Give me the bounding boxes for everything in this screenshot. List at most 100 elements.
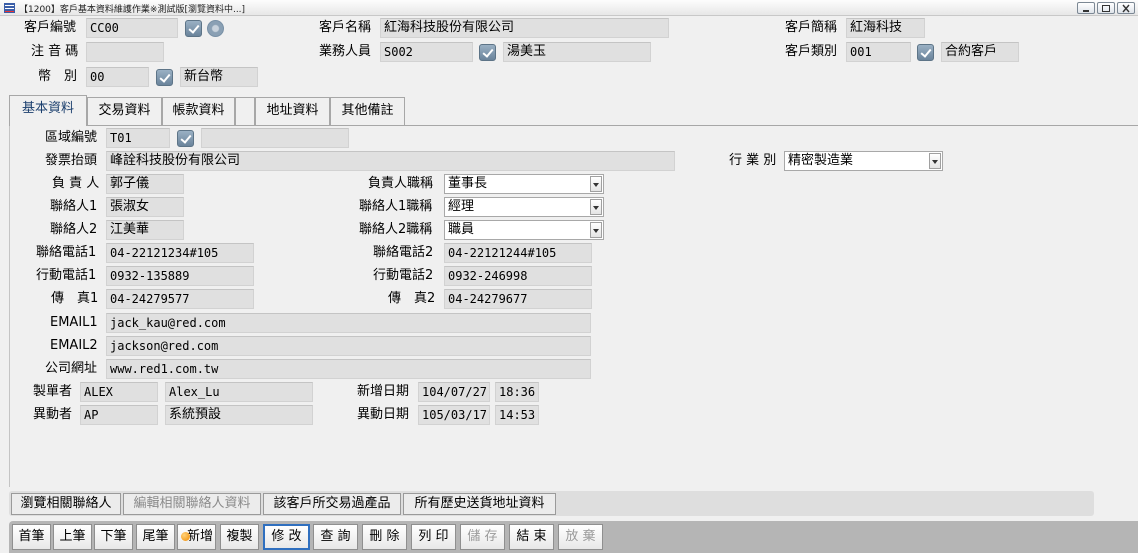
tab-transaction[interactable]: 交易資料: [87, 97, 162, 125]
delete-button[interactable]: 刪 除: [362, 524, 407, 550]
email2-field[interactable]: jackson@red.com: [106, 336, 591, 356]
copy-button[interactable]: 複製: [220, 524, 259, 550]
creator-code-field: ALEX: [80, 382, 158, 402]
owner-title-value: 董事長: [448, 176, 488, 191]
contact2-field[interactable]: 江美華: [106, 220, 184, 240]
owner-label: 負 責 人: [52, 176, 100, 191]
maximize-button[interactable]: [1097, 2, 1115, 14]
fax2-field[interactable]: 04-24279677: [444, 289, 592, 309]
currency-name-field: 新台幣: [180, 67, 258, 87]
last-record-button[interactable]: 尾筆: [136, 524, 175, 550]
phone2-label: 聯絡電話2: [373, 245, 434, 260]
modifier-code-field: AP: [80, 405, 158, 425]
delivery-history-button[interactable]: 所有歷史送貨地址資料: [403, 493, 556, 515]
invoice-title-label: 發票抬頭: [45, 153, 98, 168]
phone2-field[interactable]: 04-22121244#105: [444, 243, 592, 263]
website-label: 公司網址: [45, 361, 98, 376]
contact1-label: 聯絡人1: [50, 199, 98, 214]
industry-label: 行 業 別: [729, 153, 777, 168]
lookup-check-icon[interactable]: [185, 20, 202, 37]
contact2-title-select[interactable]: 職員: [444, 220, 604, 240]
phone1-field[interactable]: 04-22121234#105: [106, 243, 254, 263]
modified-date-field: 105/03/17: [418, 405, 490, 425]
tab-notes[interactable]: 其他備註: [330, 97, 405, 125]
invoice-title-field[interactable]: 峰詮科技股份有限公司: [106, 151, 675, 171]
chevron-down-icon[interactable]: [590, 176, 602, 192]
chevron-down-icon[interactable]: [590, 222, 602, 238]
category-label: 客戶類別: [785, 44, 838, 59]
customer-name-label: 客戶名稱: [319, 20, 372, 35]
fax2-label: 傳 真2: [388, 291, 436, 306]
sales-code-field[interactable]: S002: [380, 42, 473, 62]
next-record-button[interactable]: 下筆: [94, 524, 133, 550]
customer-short-field[interactable]: 紅海科技: [846, 18, 925, 38]
tab-receivable[interactable]: 帳款資料: [162, 97, 235, 125]
close-icon: [1122, 4, 1130, 13]
mobile2-field[interactable]: 0932-246998: [444, 266, 592, 286]
refresh-icon[interactable]: [207, 20, 224, 37]
region-lookup-icon[interactable]: [177, 130, 194, 147]
contact1-title-value: 經理: [448, 199, 475, 214]
edit-contacts-button[interactable]: 編輯相關聯絡人資料: [123, 493, 261, 515]
modifier-name-field: 系統預設: [165, 405, 313, 425]
close-button[interactable]: [1117, 2, 1135, 14]
contact1-title-select[interactable]: 經理: [444, 197, 604, 217]
previous-record-button[interactable]: 上筆: [53, 524, 92, 550]
contact2-title-label: 聯絡人2職稱: [359, 222, 433, 237]
contact2-title-value: 職員: [448, 222, 475, 237]
currency-lookup-icon[interactable]: [156, 69, 173, 86]
first-record-button[interactable]: 首筆: [12, 524, 51, 550]
modifier-label: 異動者: [33, 407, 73, 422]
tab-basic[interactable]: 基本資料: [9, 95, 87, 126]
owner-title-label: 負責人職稱: [368, 176, 434, 191]
customer-code-field[interactable]: CC00: [86, 18, 178, 38]
exit-button[interactable]: 結 束: [509, 524, 554, 550]
query-button[interactable]: 查 詢: [313, 524, 358, 550]
industry-select[interactable]: 精密製造業: [784, 151, 943, 171]
created-time-field: 18:36: [495, 382, 539, 402]
add-icon: [181, 532, 190, 541]
chevron-down-icon[interactable]: [590, 199, 602, 215]
tab-blank[interactable]: [235, 97, 255, 125]
currency-code-field[interactable]: 00: [86, 67, 149, 87]
category-lookup-icon[interactable]: [917, 44, 934, 61]
save-button[interactable]: 儲 存: [460, 524, 505, 550]
phonetic-label: 注 音 碼: [31, 44, 79, 59]
traded-products-button[interactable]: 該客戶所交易過產品: [263, 493, 401, 515]
email2-label: EMAIL2: [50, 338, 98, 353]
website-field[interactable]: www.red1.com.tw: [106, 359, 591, 379]
browse-contacts-button[interactable]: 瀏覽相關聯絡人: [11, 493, 121, 515]
discard-button[interactable]: 放 棄: [558, 524, 603, 550]
contact2-label: 聯絡人2: [50, 222, 98, 237]
fax1-label: 傳 真1: [51, 291, 99, 306]
print-button[interactable]: 列 印: [411, 524, 456, 550]
contact1-field[interactable]: 張淑女: [106, 197, 184, 217]
region-name-field: [201, 128, 349, 148]
modified-date-label: 異動日期: [357, 407, 410, 422]
region-code-field[interactable]: T01: [106, 128, 170, 148]
edit-button[interactable]: 修 改: [263, 524, 310, 550]
customer-code-label: 客戶編號: [24, 20, 77, 35]
customer-name-field[interactable]: 紅海科技股份有限公司: [380, 18, 669, 38]
mobile1-field[interactable]: 0932-135889: [106, 266, 254, 286]
creator-label: 製單者: [33, 384, 73, 399]
sales-label: 業務人員: [319, 44, 372, 59]
category-name-field: 合約客戶: [941, 42, 1019, 62]
owner-title-select[interactable]: 董事長: [444, 174, 604, 194]
tab-address[interactable]: 地址資料: [255, 97, 330, 125]
mobile2-label: 行動電話2: [373, 268, 434, 283]
sales-name-field: 湯美玉: [503, 42, 651, 62]
mobile1-label: 行動電話1: [36, 268, 97, 283]
owner-field[interactable]: 郭子儀: [106, 174, 184, 194]
fax1-field[interactable]: 04-24279577: [106, 289, 254, 309]
creator-name-field: Alex_Lu: [165, 382, 313, 402]
category-code-field[interactable]: 001: [846, 42, 911, 62]
minimize-button[interactable]: [1077, 2, 1095, 14]
add-button[interactable]: 新增: [177, 524, 216, 550]
phonetic-field[interactable]: [86, 42, 164, 62]
sales-lookup-icon[interactable]: [479, 44, 496, 61]
created-date-label: 新增日期: [357, 384, 410, 399]
chevron-down-icon[interactable]: [929, 153, 941, 169]
minimize-icon: [1083, 10, 1089, 12]
email1-field[interactable]: jack_kau@red.com: [106, 313, 591, 333]
